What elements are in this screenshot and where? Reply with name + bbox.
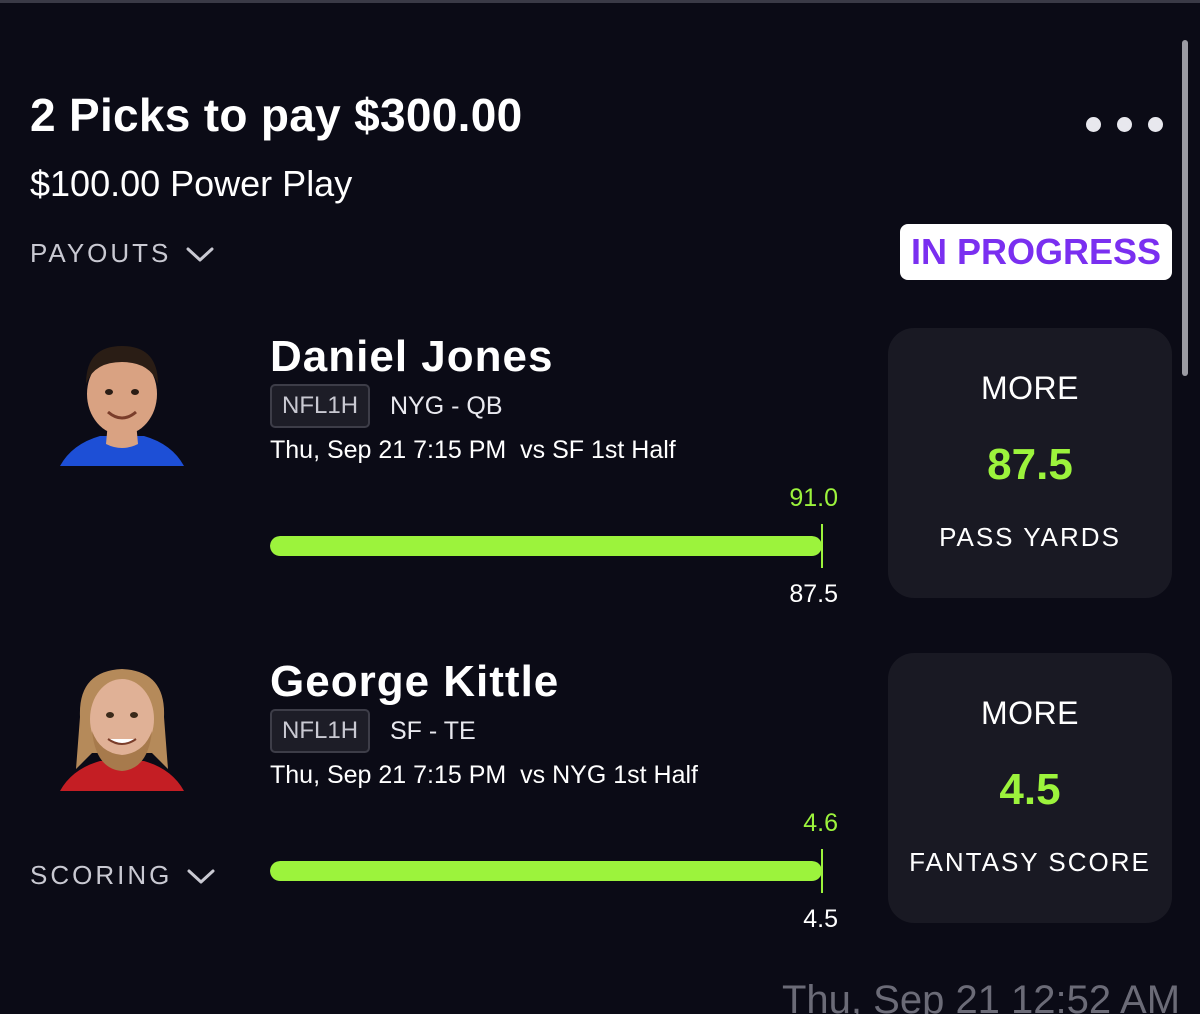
eye-shape: [131, 389, 139, 395]
payouts-toggle[interactable]: PAYOUTS: [30, 238, 215, 269]
scoring-label: SCORING: [30, 860, 173, 890]
eye-shape: [130, 712, 138, 718]
player-name[interactable]: Daniel Jones: [270, 332, 553, 382]
actual-value: 91.0: [789, 484, 838, 512]
team-position: SF - TE: [390, 717, 476, 745]
pick-card: Daniel Jones NFL1H NYG - QB Thu, Sep 21 …: [0, 328, 1200, 628]
team-position: NYG - QB: [390, 392, 503, 420]
scoring-toggle[interactable]: SCORING: [30, 860, 216, 891]
projection-line: 4.5: [999, 765, 1061, 814]
progress-bar: [270, 536, 822, 556]
status-badge: IN PROGRESS: [900, 224, 1172, 280]
game-info: Thu, Sep 21 7:15 PM vs NYG 1st Half: [270, 761, 698, 789]
chevron-down-icon: [186, 247, 214, 261]
lineup-title: 2 Picks to pay $300.00: [30, 89, 523, 141]
more-options-button[interactable]: [1086, 110, 1176, 138]
projection-card[interactable]: MORE 4.5 FANTASY SCORE: [888, 653, 1172, 923]
line-marker: [821, 849, 823, 893]
line-marker: [821, 524, 823, 568]
progress-fill: [270, 536, 822, 556]
more-horizontal-icon: [1148, 116, 1163, 132]
projection-card[interactable]: MORE 87.5 PASS YARDS: [888, 328, 1172, 598]
league-tag: NFL1H: [270, 384, 371, 428]
progress-bar: [270, 861, 822, 881]
progress-fill: [270, 861, 822, 881]
line-value: 4.5: [803, 905, 838, 933]
league-tag: NFL1H: [270, 709, 371, 753]
payouts-label: PAYOUTS: [30, 238, 172, 268]
player-avatar: [60, 346, 184, 466]
timestamp: Thu, Sep 21 12:52 AM: [782, 978, 1181, 1014]
pick-card: George Kittle NFL1H SF - TE Thu, Sep 21 …: [0, 653, 1200, 953]
eye-shape: [105, 389, 113, 395]
stat-type: PASS YARDS: [939, 522, 1121, 552]
player-avatar: [60, 669, 184, 791]
more-horizontal-icon: [1117, 116, 1132, 132]
projection-line: 87.5: [987, 440, 1073, 489]
scrollbar[interactable]: [1182, 40, 1188, 376]
entry-subtitle: $100.00 Power Play: [30, 163, 353, 204]
stat-type: FANTASY SCORE: [909, 847, 1151, 877]
actual-value: 4.6: [803, 809, 838, 837]
line-value: 87.5: [789, 580, 838, 608]
lineup-screen: 2 Picks to pay $300.00 $100.00 Power Pla…: [0, 0, 1200, 1014]
game-info: Thu, Sep 21 7:15 PM vs SF 1st Half: [270, 436, 676, 464]
eye-shape: [106, 712, 114, 718]
chevron-down-icon: [187, 869, 215, 883]
pick-direction: MORE: [981, 370, 1079, 406]
player-name[interactable]: George Kittle: [270, 657, 559, 707]
pick-direction: MORE: [981, 695, 1079, 731]
top-divider: [0, 0, 1200, 3]
more-horizontal-icon: [1086, 116, 1101, 132]
